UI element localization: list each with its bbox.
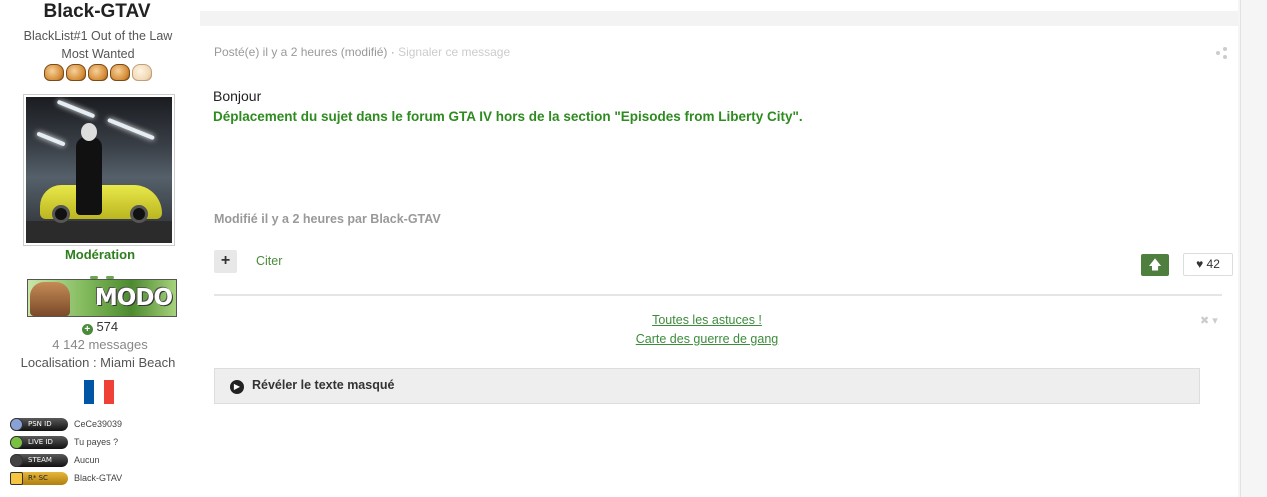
author-panel: Black-GTAV BlackList#1 Out of the Law Mo… bbox=[0, 0, 200, 497]
ad-link-gang-map: Carte des guerre de gang bbox=[635, 332, 779, 346]
author-title: BlackList#1 Out of the Law Most Wanted bbox=[0, 27, 196, 63]
message-count: 4 142 messages bbox=[52, 337, 148, 352]
rockstar-icon bbox=[10, 471, 23, 485]
location: Localisation : Miami Beach bbox=[20, 355, 176, 370]
gamer-id-value: Aucun bbox=[74, 455, 100, 465]
avatar[interactable] bbox=[23, 94, 175, 246]
member-group: Modération bbox=[64, 247, 136, 262]
post-date[interactable]: Posté(e) il y a 2 heures (modifié) bbox=[214, 45, 387, 59]
rank-badge-image: MODO bbox=[27, 279, 177, 317]
reputation: + 574 bbox=[0, 319, 200, 335]
fist-icon bbox=[88, 64, 108, 81]
report-link[interactable]: Signaler ce message bbox=[398, 45, 510, 59]
post-meta: Posté(e) il y a 2 heures (modifié) · Sig… bbox=[214, 45, 511, 59]
fist-icon bbox=[132, 64, 152, 81]
steam-badge: STEAM bbox=[10, 453, 68, 467]
steam-icon bbox=[10, 453, 23, 467]
scrollbar[interactable] bbox=[1238, 0, 1267, 497]
plus-circle-icon: + bbox=[81, 324, 93, 335]
gamer-ids: PSN ID CeCe39039 LIVE ID Tu payes ? STEA… bbox=[10, 415, 122, 487]
post-body: Posté(e) il y a 2 heures (modifié) · Sig… bbox=[200, 26, 1238, 497]
previous-post-edge bbox=[200, 0, 1238, 11]
spoiler-label: Révéler le texte masqué bbox=[252, 378, 395, 392]
gamer-id-live: LIVE ID Tu payes ? bbox=[10, 433, 122, 451]
ad-link-tips: Toutes les astuces ! bbox=[652, 313, 762, 327]
chevron-right-icon: ▶ bbox=[230, 380, 244, 394]
xbox-icon bbox=[10, 435, 23, 449]
gamer-id-value: Black-GTAV bbox=[74, 473, 123, 483]
multiquote-button[interactable]: + bbox=[214, 250, 237, 273]
author-title-line2: Most Wanted bbox=[61, 47, 135, 61]
avatar-image bbox=[26, 97, 172, 243]
author-name[interactable]: Black-GTAV bbox=[18, 0, 176, 26]
gamer-id-value: Tu payes ? bbox=[74, 437, 119, 447]
gamer-id-psn: PSN ID CeCe39039 bbox=[10, 415, 122, 433]
like-count-button[interactable]: ♥ 42 bbox=[1183, 253, 1233, 276]
gamer-id-rsc: R* SC Black-GTAV bbox=[10, 469, 122, 487]
like-count: 42 bbox=[1206, 257, 1220, 271]
psn-badge: PSN ID bbox=[10, 417, 68, 431]
spoiler-toggle[interactable]: ▶ Révéler le texte masqué bbox=[214, 368, 1200, 404]
heart-icon: ♥ bbox=[1196, 257, 1204, 271]
fist-icon bbox=[66, 64, 86, 81]
fist-icon bbox=[110, 64, 130, 81]
rockstar-social-club-badge: R* SC bbox=[10, 471, 68, 485]
gamer-id-steam: STEAM Aucun bbox=[10, 451, 122, 469]
share-icon[interactable] bbox=[1216, 47, 1227, 59]
gamer-id-value: CeCe39039 bbox=[74, 419, 123, 429]
france-flag-icon bbox=[84, 380, 114, 404]
fist-icon bbox=[44, 64, 64, 81]
rank-badge-text: MODO bbox=[94, 285, 173, 311]
group-decoration bbox=[86, 266, 122, 279]
reputation-value: 574 bbox=[96, 319, 119, 334]
rank-pips bbox=[44, 64, 152, 81]
moved-notice: Déplacement du sujet dans le forum GTA I… bbox=[213, 109, 803, 124]
quote-button[interactable]: Citer bbox=[256, 254, 282, 268]
edited-notice: Modifié il y a 2 heures par Black-GTAV bbox=[214, 212, 441, 226]
upvote-button[interactable]: 🡅 bbox=[1141, 254, 1169, 276]
post-greeting: Bonjour bbox=[213, 88, 262, 104]
xbox-live-badge: LIVE ID bbox=[10, 435, 68, 449]
author-title-line1: BlackList#1 Out of the Law bbox=[23, 29, 173, 43]
arrow-up-icon: 🡅 bbox=[1148, 257, 1162, 272]
playstation-icon bbox=[10, 417, 23, 431]
divider bbox=[214, 294, 1222, 296]
